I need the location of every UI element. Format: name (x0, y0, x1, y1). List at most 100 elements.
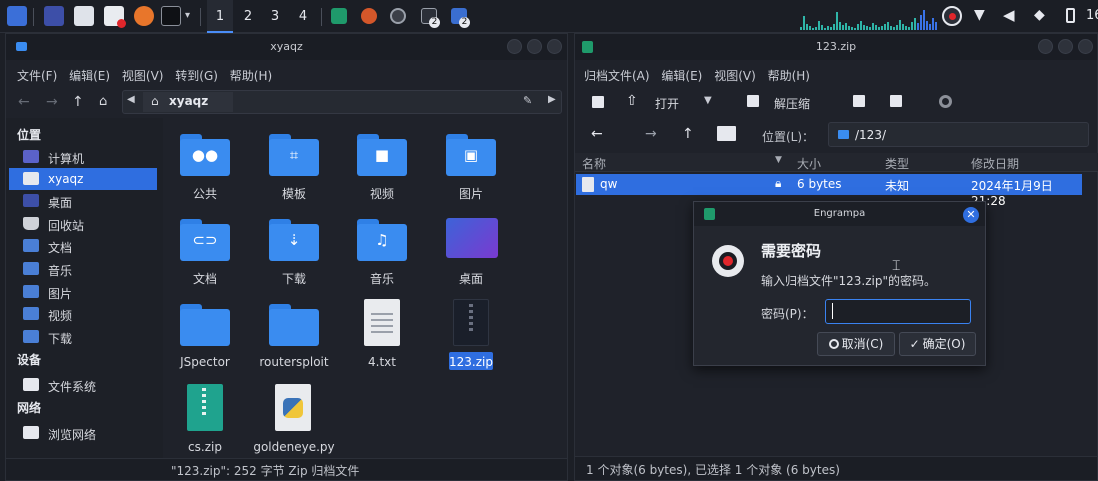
folder-jspector[interactable] (180, 304, 230, 346)
menu-go[interactable]: 转到(G) (175, 67, 218, 84)
menu-view[interactable]: 视图(V) (714, 67, 756, 84)
sidebar-item-filesystem[interactable]: 文件系统 (9, 374, 157, 396)
battery-icon[interactable] (1066, 8, 1075, 23)
sidebar-item-trash[interactable]: 回收站 (9, 213, 157, 235)
item-label[interactable]: 音乐 (337, 270, 427, 287)
close-button[interactable] (1078, 39, 1093, 54)
minimize-button[interactable] (507, 39, 522, 54)
workspace-2[interactable]: 2 (235, 0, 261, 33)
chevron-down-icon[interactable]: ▼ (704, 95, 712, 106)
location-field[interactable]: /123/ (828, 122, 1089, 147)
sidebar-item-downloads[interactable]: 下载 (9, 326, 157, 348)
column-date[interactable]: 修改日期 (971, 155, 1019, 172)
clock[interactable]: 16 (1086, 8, 1098, 23)
obs-tray-icon[interactable] (942, 6, 962, 26)
maximize-button[interactable] (1058, 39, 1073, 54)
menu-edit[interactable]: 编辑(E) (661, 67, 702, 84)
back-icon[interactable]: ← (591, 126, 603, 142)
folder-pictures[interactable]: ▣ (446, 134, 496, 176)
sidebar-item-home[interactable]: xyaqz (9, 168, 157, 190)
extract-icon[interactable] (747, 95, 759, 107)
add-files-icon[interactable] (853, 95, 865, 107)
new-archive-icon[interactable] (592, 96, 604, 108)
column-name[interactable]: 名称 (582, 155, 606, 172)
dialog-titlebar[interactable]: Engrampa ✕ (694, 202, 985, 226)
item-label-selected[interactable]: 123.zip (426, 355, 516, 369)
item-label[interactable]: 下载 (249, 270, 339, 287)
path-left-arrow-icon[interactable]: ◀ (127, 94, 135, 105)
item-label[interactable]: 模板 (249, 185, 339, 202)
menu-archive[interactable]: 归档文件(A) (584, 67, 650, 84)
item-label[interactable]: routersploit (249, 355, 339, 369)
firefox-launcher-icon[interactable] (134, 6, 154, 26)
stop-icon[interactable] (939, 95, 952, 108)
extract-button[interactable]: 解压缩 (774, 95, 810, 112)
app-menu-icon[interactable] (7, 6, 27, 26)
menu-help[interactable]: 帮助(H) (230, 67, 272, 84)
menu-edit[interactable]: 编辑(E) (69, 67, 110, 84)
item-label[interactable]: 文档 (160, 270, 250, 287)
workspace-1[interactable]: 1 (207, 0, 233, 33)
desktop-folder-icon[interactable] (446, 218, 498, 258)
open-button[interactable]: 打开 (655, 95, 679, 112)
item-label[interactable]: 桌面 (426, 270, 516, 287)
item-label[interactable]: 4.txt (337, 355, 427, 369)
item-label[interactable]: 视频 (337, 185, 427, 202)
firefox-task-icon[interactable] (361, 8, 377, 24)
file-manager-titlebar[interactable]: xyaqz (6, 34, 567, 60)
edit-path-icon[interactable]: ✎ (523, 94, 532, 107)
path-right-arrow-icon[interactable]: ▶ (548, 94, 556, 105)
archive-task-icon[interactable] (331, 8, 347, 24)
menu-view[interactable]: 视图(V) (122, 67, 164, 84)
terminal-launcher-icon[interactable] (161, 6, 181, 26)
close-button[interactable] (547, 39, 562, 54)
wifi-icon[interactable]: ▼ (974, 7, 985, 23)
forward-icon[interactable]: → (46, 94, 58, 110)
minimize-button[interactable] (1038, 39, 1053, 54)
cancel-button[interactable]: 取消(C) (817, 332, 895, 356)
column-type[interactable]: 类型 (885, 155, 909, 172)
sidebar-item-browse-network[interactable]: 浏览网络 (9, 422, 157, 444)
workspace-3[interactable]: 3 (262, 0, 288, 33)
menu-file[interactable]: 文件(F) (17, 67, 57, 84)
chevron-down-icon[interactable]: ▾ (185, 10, 190, 21)
file-manager-launcher-icon[interactable] (74, 6, 94, 26)
maximize-button[interactable] (527, 39, 542, 54)
obs-task-icon[interactable] (390, 8, 406, 24)
password-field[interactable] (825, 299, 971, 324)
python-file-icon[interactable] (275, 384, 311, 431)
item-label[interactable]: goldeneye.py (249, 440, 339, 454)
notification-bell-icon[interactable]: ◆ (1034, 7, 1045, 23)
item-label[interactable]: 公共 (160, 185, 250, 202)
up-icon[interactable]: ↑ (682, 126, 694, 142)
folder-public[interactable]: ●● (180, 134, 230, 176)
workspace-4[interactable]: 4 (290, 0, 316, 33)
volume-icon[interactable]: ◀ (1003, 6, 1015, 24)
item-label[interactable]: cs.zip (160, 440, 250, 454)
sort-arrow-icon[interactable]: ▼ (775, 155, 782, 165)
sidebar-item-music[interactable]: 音乐 (9, 258, 157, 280)
home-folder-icon[interactable] (717, 126, 736, 141)
upload-icon[interactable]: ⇧ (626, 93, 638, 109)
sidebar-item-pictures[interactable]: 图片 (9, 281, 157, 303)
add-folder-icon[interactable] (890, 95, 902, 107)
text-file-icon[interactable] (364, 299, 400, 346)
sidebar-item-documents[interactable]: 文档 (9, 235, 157, 257)
close-icon[interactable]: ✕ (963, 207, 979, 223)
zip-file-icon[interactable] (453, 299, 489, 346)
folder-music[interactable]: ♫ (357, 219, 407, 261)
back-icon[interactable]: ← (18, 94, 30, 110)
archive-titlebar[interactable]: 123.zip (575, 34, 1097, 60)
menu-help[interactable]: 帮助(H) (768, 67, 810, 84)
up-icon[interactable]: ↑ (72, 94, 84, 110)
sidebar-item-computer[interactable]: 计算机 (9, 146, 157, 168)
home-icon[interactable]: ⌂ (99, 94, 107, 109)
folder-documents[interactable]: ⊂⊃ (180, 219, 230, 261)
show-desktop-icon[interactable] (44, 6, 64, 26)
table-row[interactable]: qw 🔒︎ 6 bytes 未知 2024年1月9日 21:28 (576, 174, 1082, 208)
sidebar-item-videos[interactable]: 视频 (9, 303, 157, 325)
forward-icon[interactable]: → (645, 126, 657, 142)
folder-downloads[interactable]: ⇣ (269, 219, 319, 261)
zip-file-icon[interactable] (187, 384, 223, 431)
text-editor-launcher-icon[interactable] (104, 6, 126, 28)
